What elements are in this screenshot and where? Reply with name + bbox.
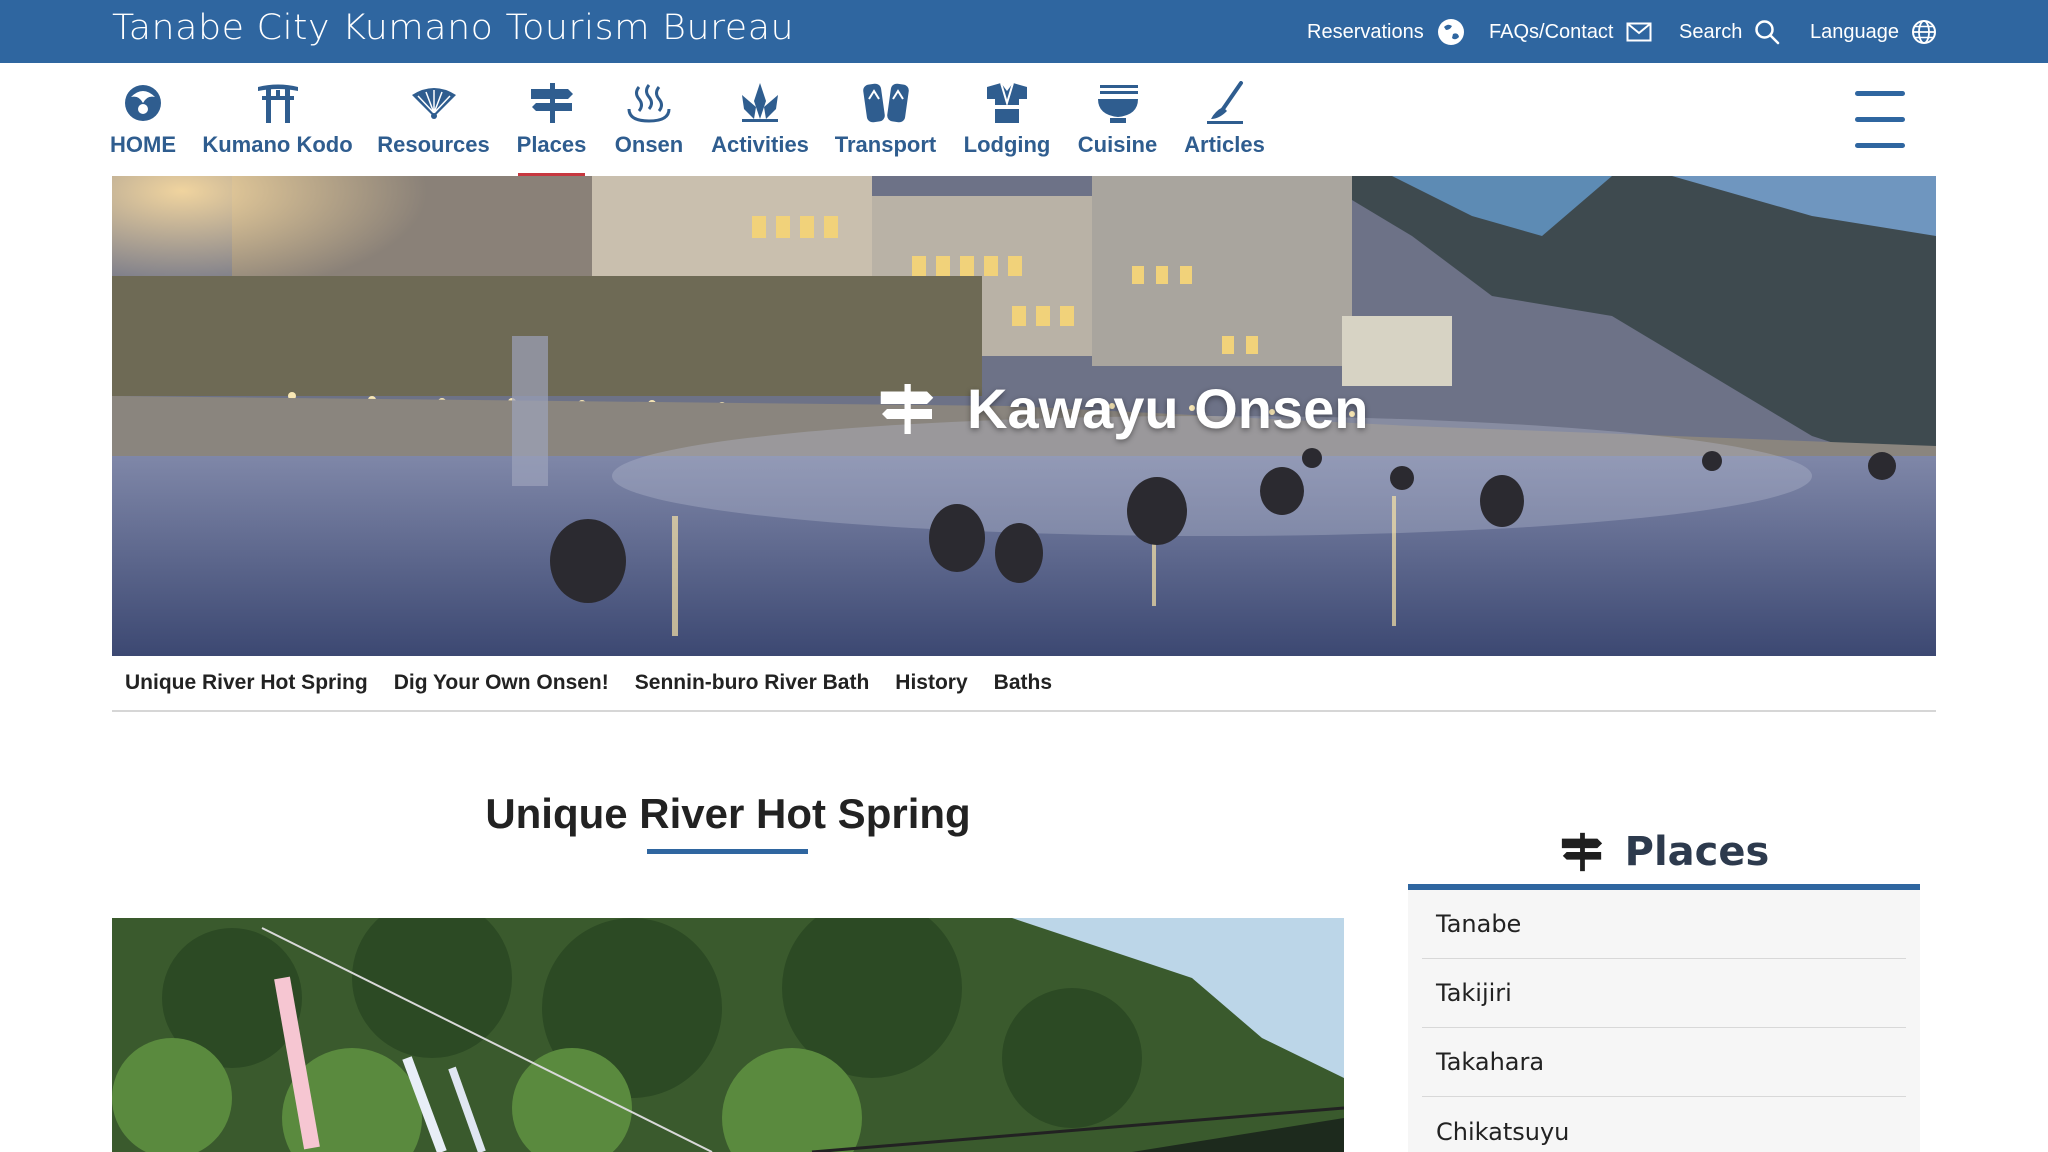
nav-label: Places	[516, 132, 587, 157]
nav-item-transport[interactable]: Transport	[834, 81, 937, 176]
nav-item-articles[interactable]: Articles	[1184, 81, 1265, 176]
nav-label: Transport	[834, 132, 937, 157]
envelope-icon	[1626, 22, 1651, 42]
nav-label: HOME	[110, 132, 176, 157]
search-link[interactable]: Search	[1679, 17, 1780, 47]
sidebar-list: Tanabe Takijiri Takahara Chikatsuyu	[1408, 890, 1920, 1152]
hero-banner: Kawayu Onsen	[112, 176, 1936, 656]
nav-item-places[interactable]: Places	[516, 81, 587, 176]
fan-icon	[410, 81, 458, 125]
sidebar-item-takahara[interactable]: Takahara	[1422, 1028, 1906, 1097]
signpost-icon	[880, 383, 934, 434]
yukata-icon	[983, 81, 1031, 125]
signpost-icon	[528, 81, 576, 125]
content-photo	[112, 918, 1344, 1152]
sidebar-item-chikatsuyu[interactable]: Chikatsuyu	[1422, 1097, 1906, 1152]
torii-icon	[254, 81, 302, 125]
subnav-link[interactable]: Sennin-buro River Bath	[635, 671, 870, 695]
nav-label: Lodging	[963, 132, 1051, 157]
nav-item-resources[interactable]: Resources	[377, 81, 490, 176]
site-title[interactable]: Tanabe City Kumano Tourism Bureau	[112, 8, 794, 48]
sandals-icon	[862, 81, 910, 125]
main-nav: HOME Kumano Kodo Resources Places Onsen …	[0, 63, 2048, 176]
hero-title-text: Kawayu Onsen	[967, 377, 1369, 440]
nav-label: Resources	[377, 132, 490, 157]
bowl-icon	[1094, 81, 1142, 125]
nav-item-kumano-kodo[interactable]: Kumano Kodo	[202, 81, 353, 176]
reservations-label: Reservations	[1307, 20, 1424, 43]
section-title: Unique River Hot Spring	[485, 790, 971, 837]
hero-title: Kawayu Onsen	[877, 376, 1368, 441]
subnav-link[interactable]: Dig Your Own Onsen!	[394, 671, 609, 695]
nav-item-onsen[interactable]: Onsen	[614, 81, 684, 176]
language-label: Language	[1810, 20, 1899, 43]
language-link[interactable]: Language	[1810, 17, 1937, 47]
sidebar-item-tanabe[interactable]: Tanabe	[1422, 890, 1906, 959]
globe-icon	[1911, 20, 1936, 44]
subnav-link[interactable]: Baths	[994, 671, 1052, 695]
nav-label: Articles	[1184, 132, 1265, 157]
faqs-contact-label: FAQs/Contact	[1489, 20, 1614, 43]
nav-label: Activities	[711, 132, 809, 157]
reservations-link[interactable]: Reservations	[1307, 17, 1466, 47]
nav-label: Cuisine	[1077, 132, 1158, 157]
subnav-link[interactable]: Unique River Hot Spring	[125, 671, 368, 695]
globe-hand-icon	[1437, 19, 1464, 45]
subnav-link[interactable]: History	[895, 671, 967, 695]
crow-icon	[119, 81, 167, 125]
nav-item-lodging[interactable]: Lodging	[963, 81, 1051, 176]
signpost-icon	[1561, 832, 1602, 872]
brush-icon	[1201, 81, 1249, 125]
sidebar-header: Places	[1408, 820, 1920, 890]
title-underline	[647, 849, 808, 854]
faqs-contact-link[interactable]: FAQs/Contact	[1489, 17, 1652, 47]
sidebar-item-takijiri[interactable]: Takijiri	[1422, 959, 1906, 1028]
nav-label: Kumano Kodo	[202, 132, 353, 157]
sidebar-title: Places	[1624, 829, 1770, 875]
search-label: Search	[1679, 20, 1743, 43]
nav-label: Onsen	[614, 132, 684, 157]
nav-item-cuisine[interactable]: Cuisine	[1077, 81, 1158, 176]
nav-item-home[interactable]: HOME	[110, 81, 176, 176]
hot-spring-icon	[625, 81, 673, 125]
search-icon	[1755, 20, 1780, 45]
top-bar: Tanabe City Kumano Tourism Bureau Reserv…	[0, 0, 2048, 63]
activities-icon	[736, 81, 784, 125]
menu-toggle-icon[interactable]	[1855, 91, 1905, 149]
page-sub-nav: Unique River Hot Spring Dig Your Own Ons…	[112, 656, 1936, 712]
nav-item-activities[interactable]: Activities	[711, 81, 809, 176]
